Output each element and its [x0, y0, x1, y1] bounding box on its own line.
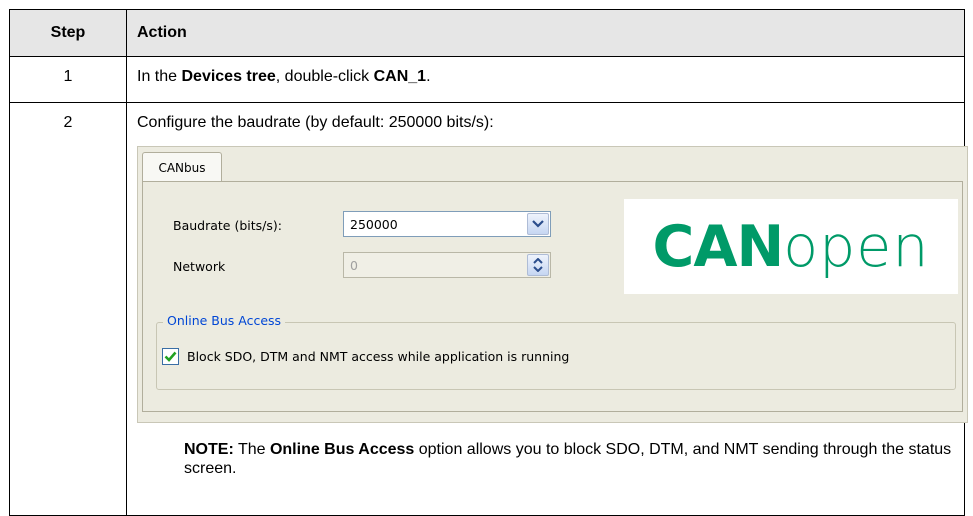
- note-label: NOTE:: [184, 441, 234, 458]
- checkbox-label: Block SDO, DTM and NMT access while appl…: [187, 349, 570, 364]
- devices-tree-term: Devices tree: [181, 68, 276, 85]
- note-text: NOTE: The Online Bus Access option allow…: [137, 423, 964, 478]
- header-action: Action: [126, 9, 965, 57]
- network-value: 0: [350, 258, 358, 273]
- spinner-arrows-icon[interactable]: [527, 254, 549, 276]
- action-content: Configure the baudrate (by default: 2500…: [126, 102, 968, 516]
- action-intro: Configure the baudrate (by default: 2500…: [137, 114, 494, 131]
- table-header-row: Step Action: [9, 9, 965, 57]
- note-option-term: Online Bus Access: [269, 441, 415, 458]
- text: The: [233, 441, 270, 458]
- step-number: 1: [9, 56, 127, 103]
- logo-can-text: CAN: [652, 213, 785, 280]
- block-access-checkbox[interactable]: [162, 348, 179, 365]
- action-text: In the Devices tree, double-click CAN_1.: [126, 56, 965, 103]
- table-row: 2 Configure the baudrate (by default: 25…: [9, 102, 968, 516]
- header-step: Step: [9, 9, 127, 57]
- tab-content: Baudrate (bits/s): 250000 Network 0 CAN …: [142, 181, 963, 412]
- text: .: [426, 68, 431, 85]
- table-row: 1 In the Devices tree, double-click CAN_…: [9, 56, 965, 103]
- network-spinner[interactable]: 0: [343, 252, 551, 278]
- canopen-logo: CAN open: [624, 199, 958, 294]
- online-bus-access-group: Online Bus Access Block SDO, DTM and NMT…: [156, 313, 956, 390]
- logo-open-text: open: [783, 213, 930, 280]
- step-number: 2: [9, 102, 127, 516]
- checkmark-icon: [164, 351, 177, 362]
- canbus-config-panel: CANbus Baudrate (bits/s): 250000 Network…: [137, 146, 968, 423]
- network-label: Network: [173, 259, 226, 274]
- can1-term: CAN_1: [373, 68, 427, 85]
- baudrate-label: Baudrate (bits/s):: [173, 218, 282, 233]
- text: , double-click: [275, 68, 374, 85]
- tab-canbus[interactable]: CANbus: [142, 152, 222, 183]
- baudrate-value: 250000: [350, 217, 398, 232]
- baudrate-combobox[interactable]: 250000: [343, 211, 551, 237]
- procedure-table: Step Action 1 In the Devices tree, doubl…: [9, 9, 968, 516]
- text: In the: [137, 68, 182, 85]
- chevron-down-icon[interactable]: [527, 213, 549, 235]
- group-title: Online Bus Access: [163, 313, 286, 328]
